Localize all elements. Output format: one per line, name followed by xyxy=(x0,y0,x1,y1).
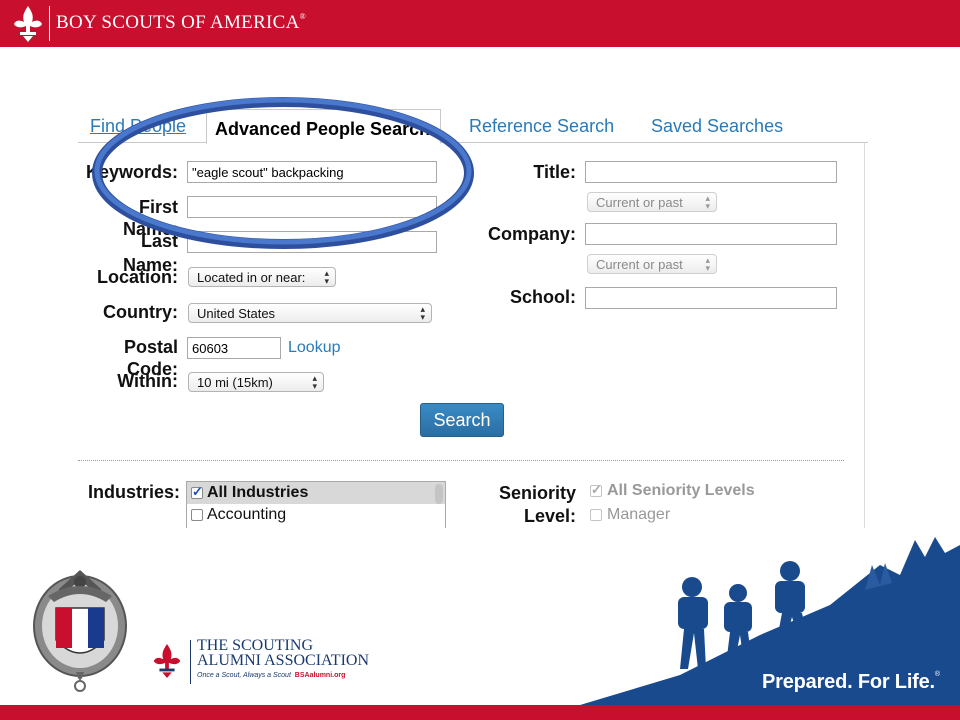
school-input[interactable] xyxy=(585,287,837,309)
last-name-input[interactable] xyxy=(187,231,437,253)
lookup-link[interactable]: Lookup xyxy=(288,339,341,357)
company-input[interactable] xyxy=(585,223,837,245)
advanced-search-panel: Find People Advanced People Search Refer… xyxy=(78,108,868,528)
header-banner: BOY SCOUTS OF AMERICA® xyxy=(0,0,960,47)
title-scope-select[interactable]: Current or past ▴ ▾ xyxy=(587,192,717,212)
country-select[interactable]: United States ▴ ▾ xyxy=(188,303,432,323)
postal-code-label-line1: Postal xyxy=(123,337,178,357)
alumni-name: THE SCOUTING ALUMNI ASSOCIATION xyxy=(197,637,370,669)
org-name: BOY SCOUTS OF AMERICA® xyxy=(56,12,307,33)
keywords-label: Keywords: xyxy=(85,162,178,182)
alumni-tagline: Once a Scout, Always a Scout BSAalumni.o… xyxy=(197,672,346,679)
seniority-label-line1: Seniority xyxy=(498,483,576,503)
checkbox-icon[interactable] xyxy=(191,509,203,521)
last-name-label-line1: Last xyxy=(140,231,178,251)
title-label: Title: xyxy=(533,162,576,182)
footer-banner xyxy=(0,705,960,720)
industries-listbox[interactable]: All Industries Accounting xyxy=(186,481,446,528)
within-label: Within: xyxy=(117,371,178,391)
school-label: School: xyxy=(510,287,576,307)
panel-border xyxy=(864,143,865,528)
checkbox-icon[interactable] xyxy=(590,509,602,521)
listbox-scrollbar[interactable] xyxy=(435,484,443,504)
alumni-divider xyxy=(190,640,191,684)
industries-label: Industries: xyxy=(87,482,180,502)
country-label: Country: xyxy=(103,302,178,322)
fleur-de-lis-icon xyxy=(153,644,181,678)
tab-advanced-people-search[interactable]: Advanced People Search xyxy=(206,109,442,144)
first-name-input[interactable] xyxy=(187,196,437,218)
search-button[interactable]: Search xyxy=(420,403,504,437)
keywords-input[interactable] xyxy=(187,161,437,183)
industry-option[interactable]: Accounting xyxy=(187,504,445,526)
location-select[interactable]: Located in or near: ▴ ▾ xyxy=(188,267,336,287)
within-select[interactable]: 10 mi (15km) ▴ ▾ xyxy=(188,372,324,392)
section-divider xyxy=(78,460,844,461)
postal-code-input[interactable] xyxy=(187,337,281,359)
checkbox-checked-icon[interactable] xyxy=(191,484,203,500)
checkbox-checked-icon[interactable] xyxy=(590,482,602,498)
company-label: Company: xyxy=(487,224,576,244)
title-input[interactable] xyxy=(585,161,837,183)
seniority-option-manager[interactable]: Manager xyxy=(590,506,670,524)
header-divider xyxy=(49,6,50,41)
first-name-label-line1: First xyxy=(138,197,178,217)
industry-option[interactable]: All Industries xyxy=(187,482,445,504)
fleur-de-lis-icon xyxy=(14,6,42,42)
location-label: Location: xyxy=(97,267,178,287)
eagle-scout-association-logo xyxy=(33,570,127,692)
tab-saved-searches[interactable]: Saved Searches xyxy=(651,116,783,137)
tab-reference-search[interactable]: Reference Search xyxy=(469,116,614,137)
seniority-label-line2: Level: xyxy=(523,506,576,526)
tab-bar: Find People Advanced People Search Refer… xyxy=(78,108,868,144)
scouting-alumni-logo: THE SCOUTING ALUMNI ASSOCIATION Once a S… xyxy=(150,638,370,688)
prepared-for-life-tagline: Prepared. For Life.® xyxy=(762,671,940,693)
seniority-option-all[interactable]: All Seniority Levels xyxy=(590,482,755,500)
company-scope-select[interactable]: Current or past ▴ ▾ xyxy=(587,254,717,274)
tab-find-people[interactable]: Find People xyxy=(90,116,186,137)
